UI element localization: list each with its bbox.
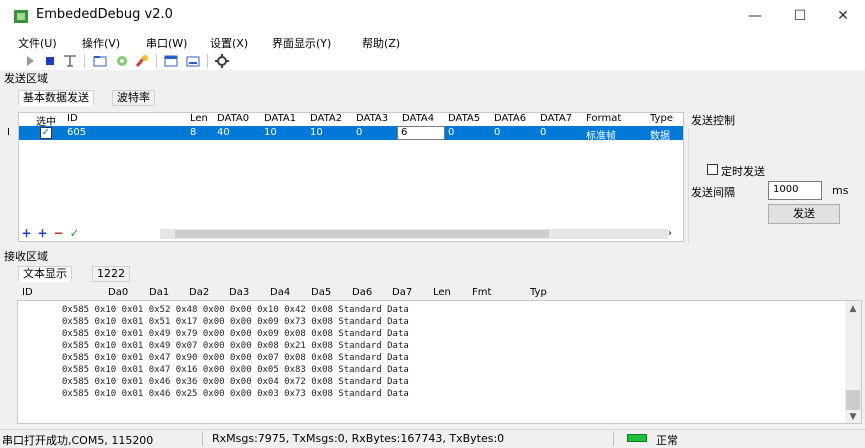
column-header: Da0 (108, 287, 129, 298)
open-folder-icon[interactable] (92, 53, 108, 69)
log-line: 0x585 0x10 0x01 0x47 0x16 0x00 0x00 0x05… (62, 365, 409, 375)
log-line: 0x585 0x10 0x01 0x46 0x36 0x00 0x00 0x04… (62, 377, 409, 387)
cell-data0[interactable]: 40 (217, 127, 230, 138)
column-header: Da5 (311, 287, 332, 298)
window-title: EmbededDebug v2.0 (36, 7, 173, 22)
delete-row-icon[interactable]: − (52, 227, 65, 240)
scrollbar-thumb[interactable] (175, 230, 549, 238)
cell-data3[interactable]: 0 (356, 127, 362, 138)
window-icon[interactable] (163, 53, 179, 69)
log-line: 0x585 0x10 0x01 0x51 0x17 0x00 0x00 0x09… (62, 317, 409, 327)
send-area-title: 发送区域 (4, 72, 48, 85)
column-header: Da4 (270, 287, 291, 298)
cell-data1[interactable]: 10 (264, 127, 277, 138)
toolbar-separator (207, 54, 208, 68)
cell-data7[interactable]: 0 (540, 127, 546, 138)
interval-unit: ms (832, 184, 849, 197)
cell-format[interactable]: 标准帧 (586, 127, 616, 142)
timed-send-label: 定时发送 (721, 165, 765, 178)
column-header: Da7 (392, 287, 413, 298)
traffic-stats: RxMsgs:7975, TxMsgs:0, RxBytes:167743, T… (212, 432, 505, 445)
cell-data5[interactable]: 0 (448, 127, 454, 138)
refresh-icon[interactable] (114, 53, 130, 69)
insert-row-icon[interactable]: + (36, 227, 49, 240)
log-line: 0x585 0x10 0x01 0x46 0x25 0x00 0x00 0x03… (62, 389, 409, 399)
menu-serial[interactable]: 串口(W) (146, 35, 187, 51)
column-header: Type (650, 113, 673, 124)
menu-help[interactable]: 帮助(Z) (362, 35, 400, 51)
status-led-icon (627, 434, 647, 442)
column-header: Da1 (149, 287, 170, 298)
interval-input[interactable]: 1000 (768, 181, 822, 200)
tab-text-display[interactable]: 文本显示 (18, 266, 72, 282)
tab-basic-send[interactable]: 基本数据发送 (18, 90, 94, 106)
column-header: Len (433, 287, 451, 298)
menu-settings[interactable]: 设置(X) (210, 35, 248, 51)
antenna-icon[interactable] (62, 53, 78, 69)
settings-icon[interactable] (214, 53, 230, 69)
cell-data4[interactable]: 6 (401, 127, 407, 138)
brush-icon[interactable] (134, 53, 150, 69)
menu-view[interactable]: 界面显示(Y) (272, 35, 331, 51)
maximize-button[interactable]: ☐ (780, 2, 820, 30)
scroll-right-icon[interactable]: › (668, 228, 672, 239)
cell-id[interactable]: 605 (67, 127, 86, 138)
column-header: DATA0 (217, 113, 250, 124)
receive-area-title: 接收区域 (4, 250, 48, 263)
log-line: 0x585 0x10 0x01 0x49 0x79 0x00 0x00 0x09… (62, 329, 409, 339)
app-logo-icon (14, 10, 28, 23)
column-header: DATA2 (310, 113, 343, 124)
port-status: 串口打开成功,COM5, 115200 (2, 434, 154, 447)
row-indicator: I (7, 127, 10, 138)
menu-operation[interactable]: 操作(V) (82, 35, 120, 51)
tab-baud-rate[interactable]: 波特率 (112, 90, 155, 106)
column-header: Da3 (229, 287, 250, 298)
toolbar-separator (84, 54, 85, 68)
log-line: 0x585 0x10 0x01 0x52 0x48 0x00 0x00 0x10… (62, 305, 409, 315)
column-header: DATA5 (448, 113, 481, 124)
run-state: 正常 (656, 434, 678, 447)
minimize-button[interactable]: — (735, 2, 775, 30)
column-header: Len (190, 113, 208, 124)
log-line: 0x585 0x10 0x01 0x49 0x07 0x00 0x00 0x08… (62, 341, 409, 351)
column-header: Da6 (352, 287, 373, 298)
cell-len[interactable]: 8 (190, 127, 196, 138)
menu-file[interactable]: 文件(U) (18, 35, 57, 51)
window-minimize-icon[interactable] (185, 53, 201, 69)
toolbar-separator (156, 54, 157, 68)
column-header: Typ (530, 287, 547, 298)
cell-data2[interactable]: 10 (310, 127, 323, 138)
row-select-checkbox[interactable]: ✓ (40, 127, 52, 139)
column-header: Format (586, 113, 622, 124)
log-line: 0x585 0x10 0x01 0x47 0x90 0x00 0x00 0x07… (62, 353, 409, 363)
add-row-icon[interactable]: + (20, 227, 33, 240)
tab-1222[interactable]: 1222 (92, 266, 130, 282)
cell-data6[interactable]: 0 (494, 127, 500, 138)
play-icon[interactable] (22, 53, 38, 69)
cell-type[interactable]: 数据 (650, 127, 670, 142)
column-header: Da2 (189, 287, 210, 298)
menu-bar (0, 32, 865, 52)
table-row[interactable] (19, 126, 683, 140)
confirm-icon[interactable]: ✓ (68, 227, 81, 240)
scroll-down-icon[interactable]: ▼ (846, 412, 860, 422)
column-header: DATA3 (356, 113, 389, 124)
column-header: DATA1 (264, 113, 297, 124)
scrollbar-thumb[interactable] (846, 390, 860, 410)
column-header: DATA7 (540, 113, 573, 124)
send-control-title: 发送控制 (691, 114, 735, 127)
stop-icon[interactable] (42, 53, 58, 69)
interval-label: 发送间隔 (691, 186, 735, 199)
timed-send-checkbox[interactable] (707, 164, 718, 175)
column-header: ID (22, 287, 33, 298)
status-separator (202, 431, 203, 446)
send-button[interactable]: 发送 (768, 204, 840, 224)
column-header: DATA6 (494, 113, 527, 124)
scroll-up-icon[interactable]: ▲ (846, 304, 860, 314)
column-header: Fmt (472, 287, 492, 298)
status-separator (613, 431, 614, 446)
close-button[interactable]: ✕ (823, 2, 863, 30)
column-header: ID (67, 113, 78, 124)
column-header: DATA4 (402, 113, 435, 124)
